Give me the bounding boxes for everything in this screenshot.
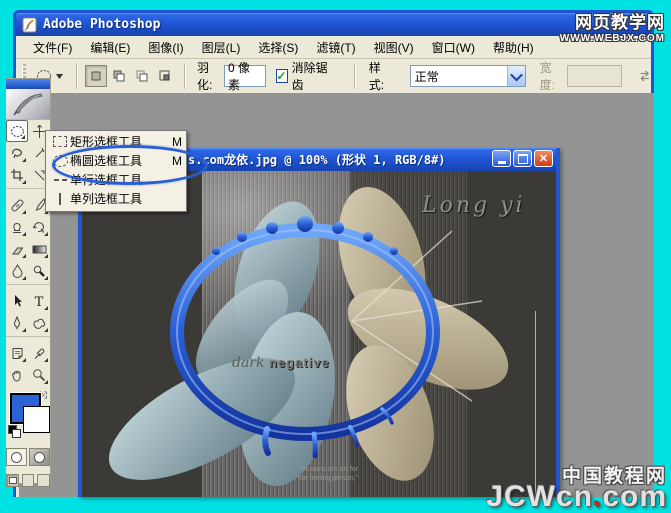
single-row-marquee-icon (50, 178, 70, 181)
new-selection-icon (91, 71, 101, 81)
maximize-button[interactable] (513, 150, 532, 167)
add-to-selection-button[interactable] (108, 65, 131, 87)
minimize-button[interactable] (492, 150, 511, 167)
crop-tool[interactable] (6, 164, 28, 186)
tool-grid: T (6, 120, 50, 386)
menu-bar: 文件(F) 编辑(E) 图像(I) 图层(L) 选择(S) 滤镜(T) 视图(V… (16, 36, 651, 59)
minimize-icon (497, 161, 506, 164)
intersect-selection-icon (159, 70, 170, 81)
caption-text: dark negative (232, 355, 330, 371)
antialias-label: 消除锯齿 (291, 61, 328, 92)
close-button[interactable]: ✕ (534, 150, 553, 167)
canvas-area[interactable]: Long yi dark negative "Illusions are art… (82, 171, 556, 497)
antialias-checkbox[interactable]: ✓ (275, 69, 288, 83)
notes-tool[interactable] (6, 342, 28, 364)
mask-mode-buttons (6, 448, 50, 466)
menu-view[interactable]: 视图(V) (365, 36, 423, 59)
maximize-icon (517, 153, 528, 164)
check-icon: ✓ (276, 69, 287, 83)
menu-select[interactable]: 选择(S) (249, 36, 307, 59)
lasso-tool[interactable] (6, 142, 28, 164)
clone-stamp-tool[interactable] (6, 216, 28, 238)
quick-mask-icon (34, 451, 45, 463)
feather-input[interactable]: 0 像素 (223, 61, 266, 92)
divider (353, 63, 355, 89)
style-value: 正常 (414, 70, 439, 84)
menu-help[interactable]: 帮助(H) (484, 36, 543, 59)
menu-edit[interactable]: 编辑(E) (81, 36, 139, 59)
add-to-selection-icon (113, 70, 125, 82)
annotation-ellipse (52, 145, 208, 185)
background-color-swatch[interactable] (23, 406, 50, 433)
single-col-marquee-icon (50, 192, 70, 205)
screen-mode-buttons (6, 474, 51, 487)
chevron-down-icon (56, 73, 64, 79)
blur-tool[interactable] (6, 260, 28, 282)
divider (184, 63, 186, 89)
standard-mode-icon (11, 451, 22, 463)
subtract-from-selection-button[interactable] (131, 65, 154, 87)
chevron-down-icon (509, 68, 523, 81)
style-dropdown[interactable]: 正常 (409, 65, 526, 87)
feather-label: 羽化: (197, 61, 213, 92)
menu-image[interactable]: 图像(I) (139, 36, 192, 59)
elliptical-marquee-tool[interactable] (6, 120, 28, 142)
pen-tool[interactable] (6, 312, 28, 334)
flyout-item-single-col-marquee[interactable]: 单列选框工具 (46, 189, 186, 208)
menu-filter[interactable]: 滤镜(T) (307, 36, 364, 59)
history-brush-tool[interactable] (28, 216, 50, 238)
dodge-tool[interactable] (28, 260, 50, 282)
watermark-jcwcn: 中国教程网 JCWcn.com (486, 466, 667, 513)
svg-text:T: T (35, 295, 44, 308)
fullscreen-button[interactable] (37, 474, 51, 487)
photoshop-feather-logo (6, 89, 50, 120)
feather-value: 0 像素 (227, 61, 250, 92)
quick-mask-mode-button[interactable] (29, 448, 50, 466)
menu-window[interactable]: 窗口(W) (423, 36, 484, 59)
style-label: 样式: (368, 61, 385, 92)
toolbox-grip[interactable] (6, 79, 50, 89)
eraser-tool[interactable] (6, 238, 28, 260)
gradient-tool[interactable] (28, 238, 50, 260)
healing-brush-tool[interactable] (6, 194, 28, 216)
width-label: 宽度: (539, 61, 556, 92)
close-icon: ✕ (538, 153, 549, 165)
quote-text: "Illusions are art for the feeling perso… (298, 466, 359, 482)
document-window-controls: ✕ (492, 150, 553, 167)
flower-artwork (108, 187, 509, 487)
type-tool[interactable]: T (28, 290, 50, 312)
watermark-webjx: 网页教学网 WWW.WEBJX.COM (559, 13, 665, 44)
intersect-selection-button[interactable] (154, 65, 177, 87)
color-swatch-area: ⤨ (6, 390, 50, 442)
hand-tool[interactable] (6, 364, 28, 386)
width-input (566, 65, 622, 87)
window-title: Adobe Photoshop (43, 17, 161, 32)
divider (76, 63, 78, 89)
eyedropper-tool[interactable] (28, 342, 50, 364)
zoom-tool[interactable] (28, 364, 50, 386)
default-colors-icon[interactable] (8, 425, 21, 438)
photoshop-app-icon (22, 17, 37, 32)
selection-mode-buttons (85, 65, 177, 87)
new-selection-button[interactable] (85, 65, 108, 87)
title-bar[interactable]: Adobe Photoshop (16, 13, 651, 36)
path-selection-tool[interactable] (6, 290, 28, 312)
menu-layer[interactable]: 图层(L) (193, 36, 250, 59)
dropdown-arrow-button[interactable] (506, 66, 525, 86)
subtract-from-selection-icon (136, 70, 148, 82)
custom-shape-tool[interactable] (28, 312, 50, 334)
swap-arrows-icon[interactable] (638, 69, 651, 83)
standard-mode-button[interactable] (6, 448, 27, 466)
menu-file[interactable]: 文件(F) (24, 36, 81, 59)
standard-screen-button[interactable] (6, 474, 19, 487)
fullscreen-menubar-button[interactable] (21, 474, 35, 487)
options-bar: 羽化: 0 像素 ✓ 消除锯齿 样式: 正常 宽度: (16, 59, 651, 94)
red-dot: . (592, 480, 603, 513)
signature-text: Long yi (422, 193, 526, 218)
rect-marquee-icon (50, 136, 70, 147)
